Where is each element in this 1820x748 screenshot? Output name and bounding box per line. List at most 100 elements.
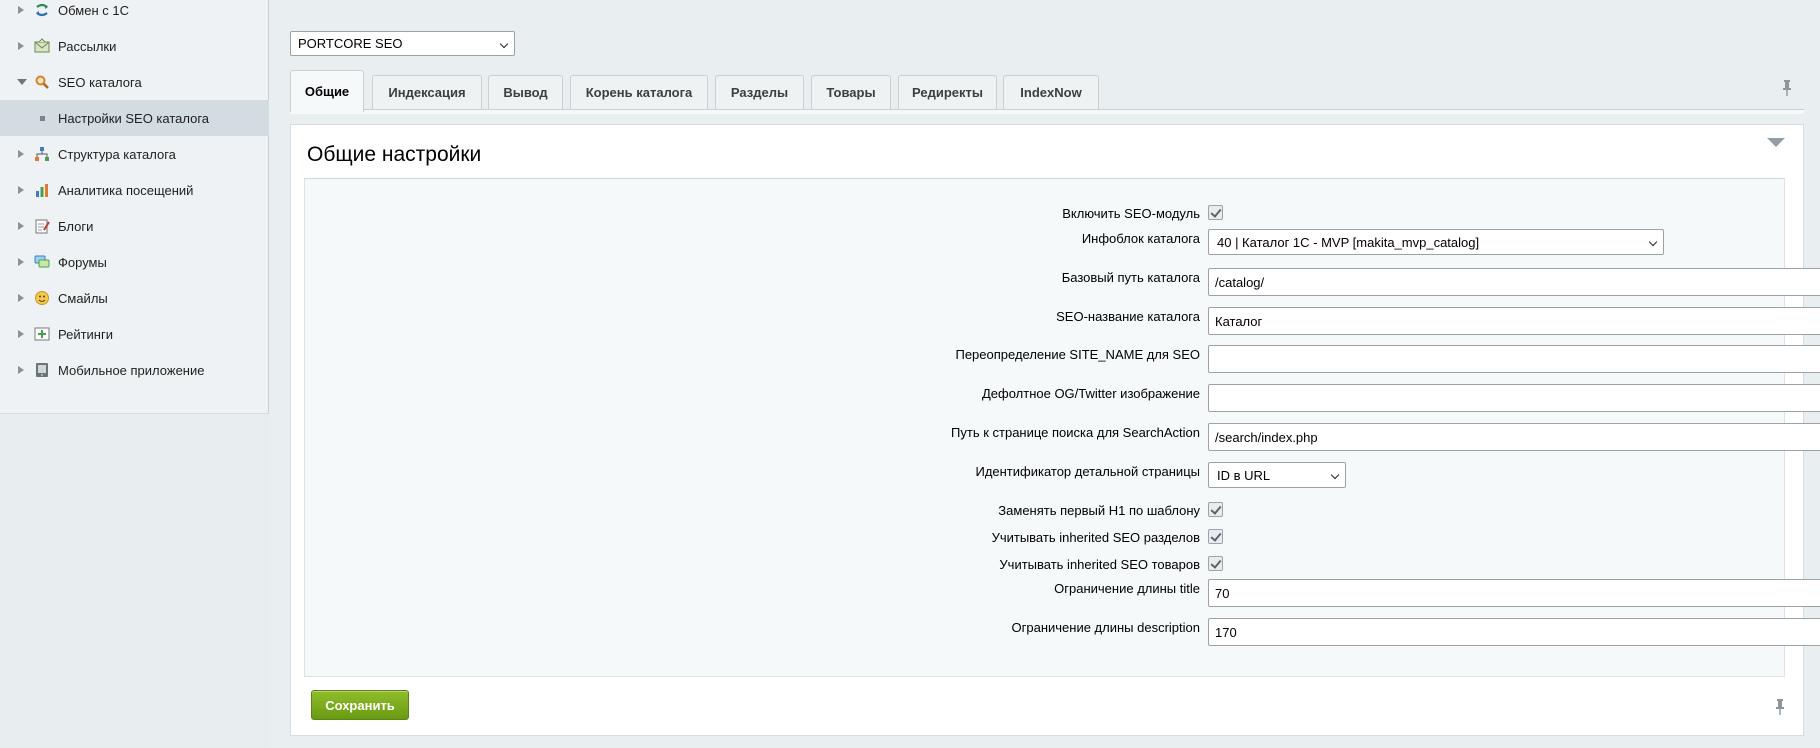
seo-name-label: SEO-название каталога [1056,309,1200,324]
search-path-input[interactable]: /search/index.php [1208,423,1820,451]
collapse-arrow-icon[interactable] [17,79,27,85]
replace-h1-label: Заменять первый H1 по шаблону [998,503,1200,518]
sidebar-item-seo-catalog[interactable]: SEO каталога [0,64,269,100]
enable-seo-label: Включить SEO-модуль [1062,206,1200,221]
sidebar-item-catalog-structure[interactable]: Структура каталога [0,136,269,172]
structure-icon [35,147,49,161]
sidebar-item-seo-catalog-settings[interactable]: Настройки SEO каталога [0,100,269,136]
sidebar-item-label: Смайлы [58,290,108,306]
title-limit-label: Ограничение длины title [1054,581,1200,596]
rating-icon [34,327,50,341]
analytics-icon [36,184,48,197]
exchange-icon [36,3,48,17]
iblock-select[interactable]: 40 | Каталог 1С - MVP [makita_mvp_catalo… [1208,229,1664,255]
tab-label: Общие [304,84,350,99]
chevron-down-icon [1648,237,1658,247]
sidebar-item-label: Рассылки [58,38,117,54]
title-limit-input[interactable]: 70 [1208,579,1820,607]
chevron-down-icon [1330,470,1340,480]
sidebar-empty-area [0,413,269,748]
expand-arrow-icon[interactable] [18,42,24,50]
detail-id-select-value: ID в URL [1217,467,1271,483]
sidebar-item-label: Мобильное приложение [58,362,205,378]
desc-limit-input[interactable]: 170 [1208,618,1820,646]
site-select[interactable]: PORTCORE SEO [290,31,515,56]
iblock-select-value: 40 | Каталог 1С - MVP [makita_mvp_catalo… [1217,234,1480,250]
site-name-label: Переопределение SITE_NAME для SEO [955,347,1200,362]
search-path-label: Путь к странице поиска для SearchAction [951,425,1200,440]
expand-arrow-icon[interactable] [18,294,24,302]
panel-title: Общие настройки [307,143,482,166]
tab-label: IndexNow [1020,85,1082,100]
inherit-sections-checkbox[interactable] [1208,529,1223,544]
expand-arrow-icon[interactable] [18,222,24,230]
og-image-input[interactable] [1208,384,1820,412]
tab-output[interactable]: Вывод [488,75,563,109]
chevron-down-icon [499,39,509,49]
tab-label: Корень каталога [585,85,693,100]
sidebar-item-ratings[interactable]: Рейтинги [0,316,269,352]
expand-arrow-icon[interactable] [18,6,24,14]
inherit-products-label: Учитывать inherited SEO товаров [999,557,1200,572]
base-path-label: Базовый путь каталога [1061,270,1200,285]
settings-panel: Общие настройки Включить SEO-модуль Инфо… [290,124,1820,736]
expand-arrow-icon[interactable] [18,150,24,158]
save-button[interactable]: Сохранить [311,690,409,720]
inherit-sections-label: Учитывать inherited SEO разделов [991,530,1200,545]
sidebar-item-analytics[interactable]: Аналитика посещений [0,172,269,208]
tab-label: Разделы [730,85,789,100]
tab-general[interactable]: Общие [290,70,364,112]
sidebar-item-mailings[interactable]: Рассылки [0,28,269,64]
general-settings-form: Включить SEO-модуль Инфоблок каталога Ба… [304,178,1820,677]
pin-icon[interactable] [1775,699,1785,715]
sidebar-item-label: Структура каталога [58,146,176,162]
tab-indexnow[interactable]: IndexNow [1003,75,1099,109]
mail-icon [34,38,50,53]
detail-id-label: Идентификатор детальной страницы [975,464,1200,479]
sidebar-item-label: Форумы [58,254,107,270]
blog-icon [35,219,50,234]
tab-redirects[interactable]: Редиректы [898,75,997,109]
seo-name-input[interactable]: Каталог [1208,307,1820,335]
enable-seo-checkbox[interactable] [1208,205,1223,220]
pin-icon[interactable] [1782,80,1792,96]
bullet-icon [40,115,45,121]
sidebar-item-smiles[interactable]: Смайлы [0,280,269,316]
sidebar-item-label: Блоги [58,218,94,234]
sidebar-item-forums[interactable]: Форумы [0,244,269,280]
replace-h1-checkbox[interactable] [1208,502,1223,517]
sidebar-item-label: Аналитика посещений [58,182,194,198]
inherit-products-checkbox[interactable] [1208,556,1223,571]
sidebar-item-label: Обмен с 1С [58,2,129,18]
sidebar-item-label: SEO каталога [58,74,142,90]
tab-label: Индексация [388,85,466,100]
desc-limit-label: Ограничение длины description [1011,620,1200,635]
collapse-triangle-icon[interactable] [1767,138,1785,147]
sidebar-item-1c-exchange[interactable]: Обмен с 1С [0,0,269,28]
expand-arrow-icon[interactable] [18,258,24,266]
tab-sections[interactable]: Разделы [715,75,804,109]
detail-id-select[interactable]: ID в URL [1208,462,1346,488]
sidebar-item-mobile-app[interactable]: Мобильное приложение [0,352,269,388]
expand-arrow-icon[interactable] [18,366,24,374]
tabs-underline [290,109,1804,114]
expand-arrow-icon[interactable] [18,330,24,338]
sidebar-item-label: Настройки SEO каталога [58,110,210,126]
sidebar-item-label: Рейтинги [58,326,113,342]
tab-label: Вывод [503,85,548,100]
og-image-label: Дефолтное OG/Twitter изображение [981,386,1200,401]
sidebar-item-blogs[interactable]: Блоги [0,208,269,244]
tab-catalog-root[interactable]: Корень каталога [570,75,708,109]
smile-icon [35,291,49,305]
tab-indexing[interactable]: Индексация [372,75,482,109]
mobile-app-icon [36,363,48,377]
sidebar: Обмен с 1С Рассылки SEO каталога Настрой… [0,0,269,748]
expand-arrow-icon[interactable] [18,186,24,194]
forum-icon [34,255,50,268]
tab-label: Товары [826,85,876,100]
tab-products[interactable]: Товары [811,75,891,109]
seo-search-icon [35,75,49,89]
site-select-value: PORTCORE SEO [298,36,403,51]
base-path-input[interactable]: /catalog/ [1208,268,1820,296]
site-name-input[interactable] [1208,345,1820,373]
